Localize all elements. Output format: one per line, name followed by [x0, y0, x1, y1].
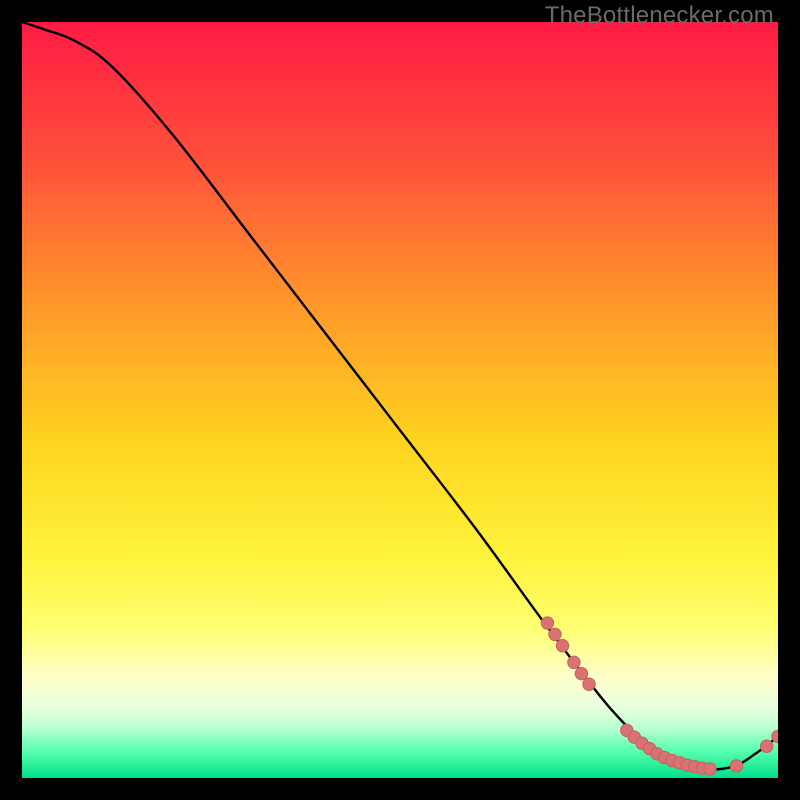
- data-marker: [568, 656, 580, 668]
- chart-svg: [22, 22, 778, 778]
- data-marker: [583, 678, 595, 690]
- data-marker: [760, 740, 772, 752]
- data-marker: [541, 617, 553, 629]
- chart-stage: TheBottlenecker.com: [0, 0, 800, 800]
- watermark-text: TheBottlenecker.com: [545, 2, 774, 30]
- marker-layer: [541, 617, 778, 775]
- data-marker: [575, 667, 587, 679]
- data-marker: [704, 763, 716, 775]
- curve-layer: [22, 22, 778, 770]
- plot-area: [22, 22, 778, 778]
- data-marker: [556, 640, 568, 652]
- data-marker: [549, 628, 561, 640]
- bottleneck-curve: [22, 22, 778, 770]
- data-marker: [730, 760, 742, 772]
